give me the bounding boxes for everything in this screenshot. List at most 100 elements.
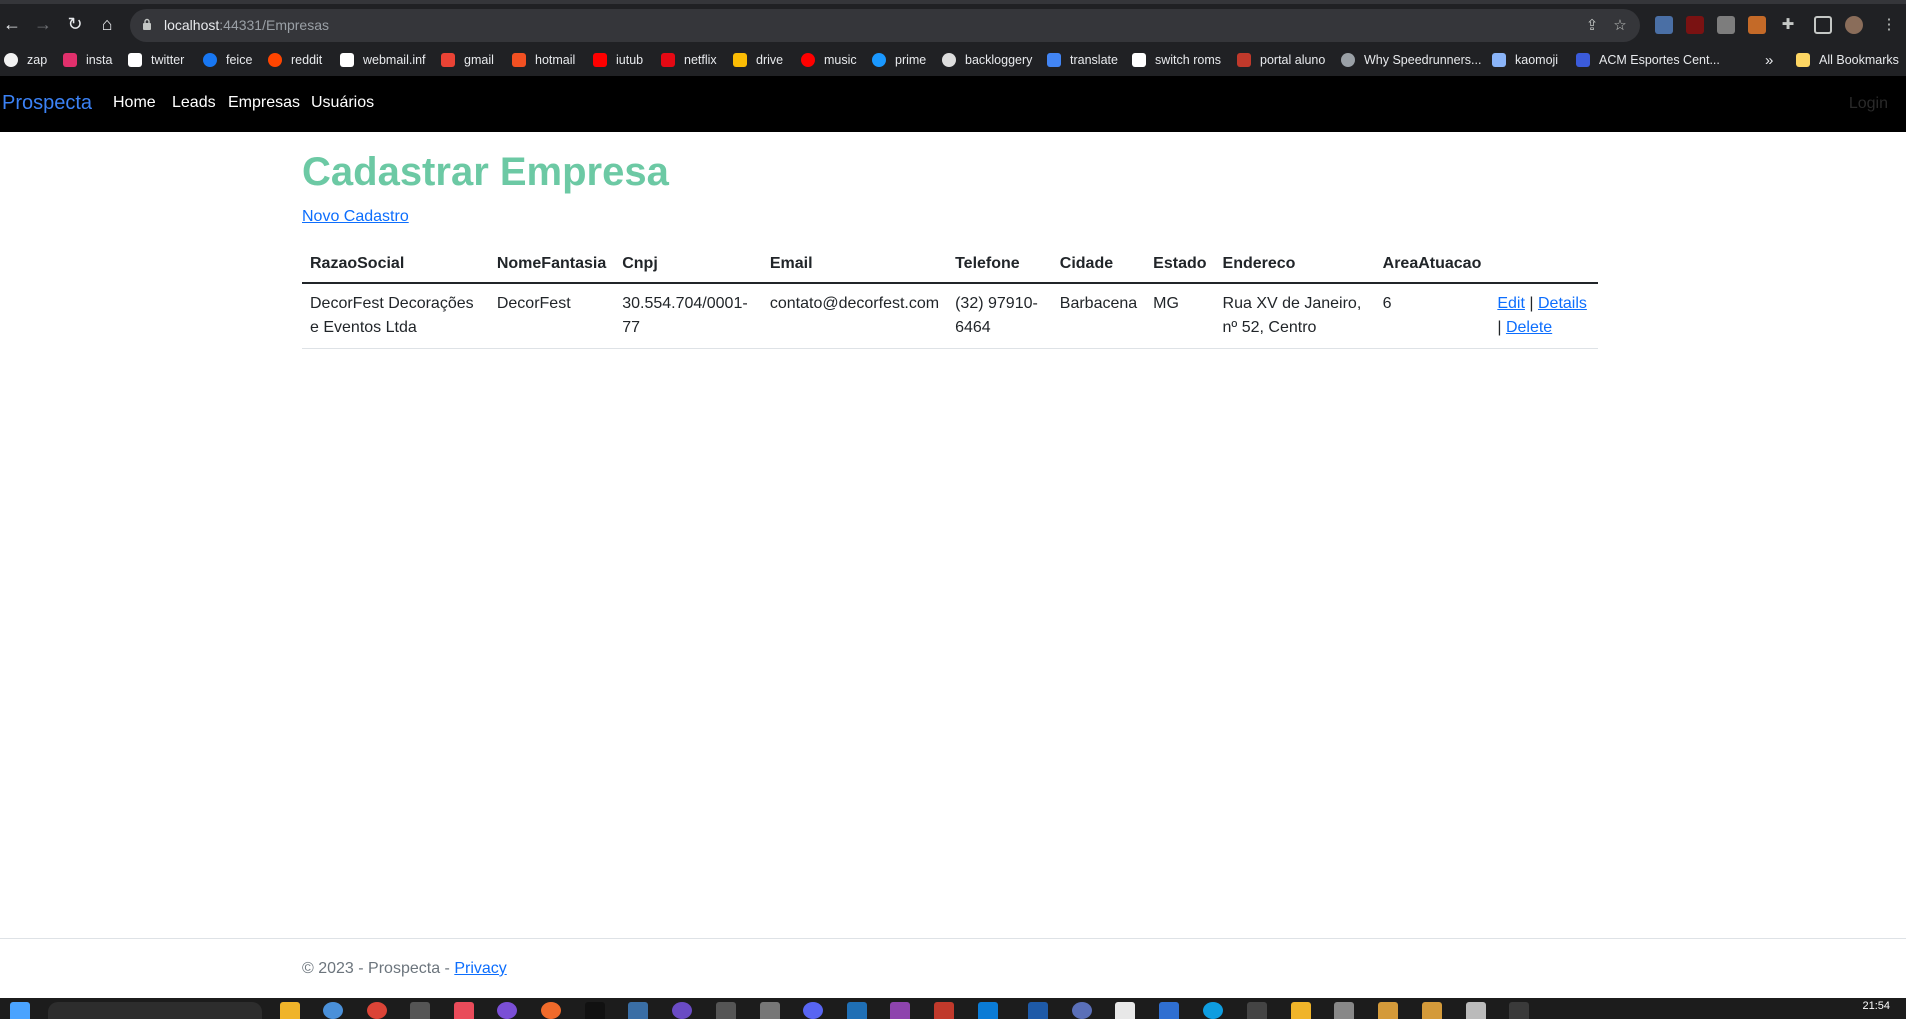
taskbar-app-icon[interactable] xyxy=(628,1002,648,1019)
bookmark-switch-roms[interactable]: switch roms xyxy=(1132,51,1221,69)
taskbar-app-icon[interactable] xyxy=(323,1002,343,1019)
address-bar[interactable]: localhost:44331/Empresas ⇪ ☆ xyxy=(130,9,1640,42)
edit-link[interactable]: Edit xyxy=(1497,295,1525,312)
bookmark-twitter[interactable]: twitter xyxy=(128,51,184,69)
taskbar-app-icon[interactable] xyxy=(1115,1002,1135,1019)
share-icon[interactable]: ⇪ xyxy=(1584,18,1600,34)
gmail-icon xyxy=(441,53,455,67)
reload-icon[interactable]: ↻ xyxy=(65,14,85,34)
new-record-link[interactable]: Novo Cadastro xyxy=(302,208,409,226)
chrome-icon[interactable] xyxy=(367,1002,387,1019)
terminal-icon[interactable] xyxy=(585,1002,605,1019)
bookmark-feice[interactable]: feice xyxy=(203,51,252,69)
bookmark-hotmail[interactable]: hotmail xyxy=(512,51,575,69)
nav-empresas[interactable]: Empresas xyxy=(228,94,300,112)
bookmark-backloggery[interactable]: backloggery xyxy=(942,51,1032,69)
kebab-menu-icon[interactable]: ⋮ xyxy=(1880,16,1898,34)
taskbar-clock[interactable]: 21:54 xyxy=(1862,1000,1890,1012)
nav-home[interactable]: Home xyxy=(113,94,156,112)
taskbar-app-icon[interactable] xyxy=(1203,1002,1223,1019)
bookmark-speedrunners[interactable]: Why Speedrunners... xyxy=(1341,51,1481,69)
bookmarks-overflow-button[interactable]: » xyxy=(1765,51,1773,69)
microsoft-icon xyxy=(512,53,526,67)
nav-usuarios[interactable]: Usuários xyxy=(311,94,374,112)
taskbar-search-box[interactable] xyxy=(48,1002,262,1019)
copyright-text: © 2023 - Prospecta - xyxy=(302,960,455,977)
bookmark-kaomoji[interactable]: kaomoji xyxy=(1492,51,1558,69)
bookmark-acm-esportes[interactable]: ACM Esportes Cent... xyxy=(1576,51,1720,69)
facebook-icon xyxy=(203,53,217,67)
nav-leads[interactable]: Leads xyxy=(172,94,216,112)
cell-cnpj: 30.554.704/0001-77 xyxy=(614,283,762,349)
login-link[interactable]: Login xyxy=(1849,95,1888,113)
portal-icon xyxy=(1237,53,1251,67)
table-row: DecorFest Decorações e Eventos Ltda Deco… xyxy=(302,283,1598,349)
side-panel-icon[interactable] xyxy=(1814,16,1832,34)
cell-endereco: Rua XV de Janeiro, nº 52, Centro xyxy=(1214,283,1375,349)
translate-extension-icon[interactable] xyxy=(1655,16,1673,34)
bookmark-webmail[interactable]: webmail.inf xyxy=(340,51,426,69)
taskbar-app-icon[interactable] xyxy=(541,1002,561,1019)
column-header-telefone: Telefone xyxy=(947,248,1052,284)
forward-arrow-icon[interactable]: → xyxy=(33,14,53,34)
switch-icon xyxy=(1132,53,1146,67)
bookmark-drive[interactable]: drive xyxy=(733,51,783,69)
taskbar-app-icon[interactable] xyxy=(1378,1002,1398,1019)
back-arrow-icon[interactable]: ← xyxy=(2,14,22,34)
brand-link[interactable]: Prospecta xyxy=(2,92,92,115)
details-link[interactable]: Details xyxy=(1538,295,1587,312)
vscode-icon[interactable] xyxy=(978,1002,998,1019)
table-header-row: RazaoSocial NomeFantasia Cnpj Email Tele… xyxy=(302,248,1598,284)
globe-icon xyxy=(1341,53,1355,67)
bookmark-iutub[interactable]: iutub xyxy=(593,51,643,69)
taskbar-app-icon[interactable] xyxy=(1028,1002,1048,1019)
footer-text: © 2023 - Prospecta - Privacy xyxy=(302,960,507,978)
taskbar-app-icon[interactable] xyxy=(1291,1002,1311,1019)
instagram-icon xyxy=(63,53,77,67)
bookmark-netflix[interactable]: netflix xyxy=(661,51,717,69)
bookmark-portal-aluno[interactable]: portal aluno xyxy=(1237,51,1325,69)
taskbar-app-icon[interactable] xyxy=(847,1002,867,1019)
bookmark-gmail[interactable]: gmail xyxy=(441,51,494,69)
taskbar-app-icon[interactable] xyxy=(1422,1002,1442,1019)
bookmark-reddit[interactable]: reddit xyxy=(268,51,322,69)
ublock-extension-icon[interactable] xyxy=(1686,16,1704,34)
taskbar-app-icon[interactable] xyxy=(1466,1002,1486,1019)
profile-avatar[interactable] xyxy=(1845,16,1863,34)
bookmark-zap[interactable]: zap xyxy=(4,51,47,69)
bookmark-translate[interactable]: translate xyxy=(1047,51,1118,69)
taskbar-app-icon[interactable] xyxy=(1509,1002,1529,1019)
bookmarks-bar: zap insta twitter feice reddit webmail.i… xyxy=(0,44,1906,76)
browser-toolbar: ← → ↻ ⌂ localhost:44331/Empresas ⇪ ☆ ✚ ⋮ xyxy=(0,0,1906,44)
taskbar-app-icon[interactable] xyxy=(934,1002,954,1019)
url-text: localhost:44331/Empresas xyxy=(164,17,329,33)
puzzle-extensions-icon[interactable]: ✚ xyxy=(1779,16,1797,34)
visual-studio-icon[interactable] xyxy=(890,1002,910,1019)
windows-start-icon[interactable] xyxy=(10,1002,30,1019)
taskbar-app-icon[interactable] xyxy=(410,1002,430,1019)
taskbar-app-icon[interactable] xyxy=(760,1002,780,1019)
taskbar-app-icon[interactable] xyxy=(1334,1002,1354,1019)
bookmark-prime[interactable]: prime xyxy=(872,51,926,69)
taskbar-app-icon[interactable] xyxy=(1072,1002,1092,1019)
settings-icon[interactable] xyxy=(1159,1002,1179,1019)
home-icon[interactable]: ⌂ xyxy=(97,14,117,34)
file-explorer-icon[interactable] xyxy=(280,1002,300,1019)
taskbar-app-icon[interactable] xyxy=(716,1002,736,1019)
taskbar-app-icon[interactable] xyxy=(497,1002,517,1019)
cell-razao-social: DecorFest Decorações e Eventos Ltda xyxy=(302,283,489,349)
bookmark-insta[interactable]: insta xyxy=(63,51,112,69)
taskbar-app-icon[interactable] xyxy=(1247,1002,1267,1019)
all-bookmarks-button[interactable]: All Bookmarks xyxy=(1796,51,1899,69)
extension-icon[interactable] xyxy=(1717,16,1735,34)
taskbar-app-icon[interactable] xyxy=(454,1002,474,1019)
privacy-link[interactable]: Privacy xyxy=(454,960,506,977)
google-translate-icon xyxy=(1047,53,1061,67)
bookmark-music[interactable]: music xyxy=(801,51,857,69)
taskbar-app-icon[interactable] xyxy=(672,1002,692,1019)
metamask-extension-icon[interactable] xyxy=(1748,16,1766,34)
cell-area-atuacao: 6 xyxy=(1374,283,1490,349)
discord-icon[interactable] xyxy=(803,1002,823,1019)
star-bookmark-icon[interactable]: ☆ xyxy=(1612,18,1628,34)
delete-link[interactable]: Delete xyxy=(1506,319,1552,336)
